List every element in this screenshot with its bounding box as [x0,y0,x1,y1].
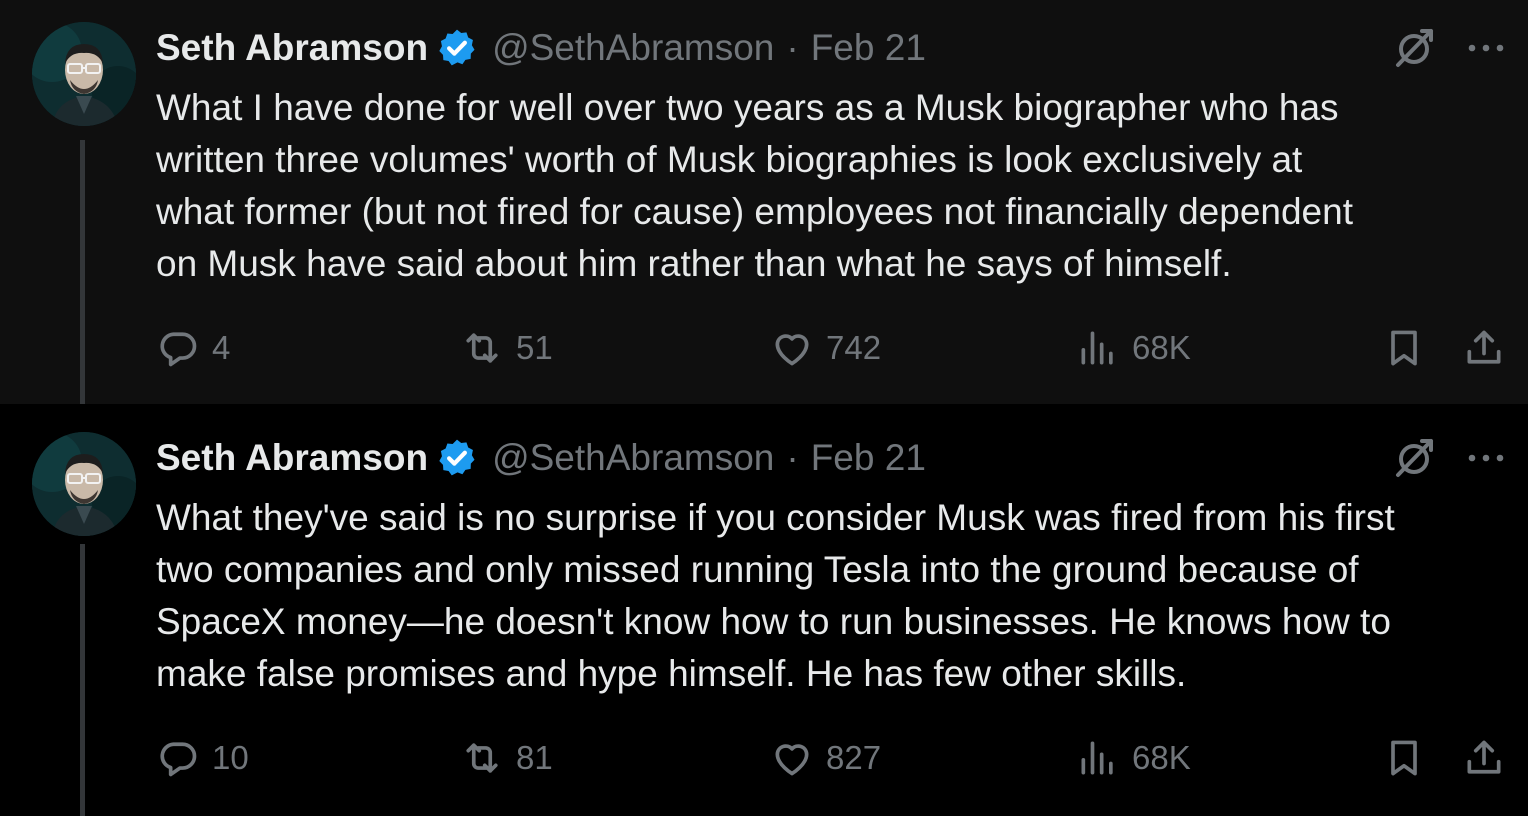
thread-line-top [80,374,85,402]
reply-button[interactable]: 10 [156,736,249,780]
reply-count: 10 [212,739,249,776]
share-button[interactable] [1462,736,1506,780]
heart-icon [775,744,809,776]
avatar-image [32,432,136,536]
verified-badge-icon[interactable] [436,27,478,69]
repost-button[interactable]: 81 [460,736,553,780]
like-count: 827 [826,739,882,776]
author-name[interactable]: Seth Abramson [156,27,428,69]
author-handle[interactable]: @SethAbramson [492,437,774,479]
repost-button[interactable]: 51 [460,326,553,370]
repost-count: 51 [516,329,553,366]
avatar-image [32,22,136,126]
author-name[interactable]: Seth Abramson [156,437,428,479]
share-upload-icon [1467,740,1501,774]
bookmark-button[interactable] [1382,326,1426,370]
grok-icon[interactable] [1390,434,1438,482]
grok-icon[interactable] [1390,24,1438,72]
repost-arrows-icon [466,743,498,773]
bookmark-icon [1391,330,1417,366]
bar-chart-icon [1081,331,1113,365]
thread-line [80,140,85,404]
tweet-text: What I have done for well over two years… [156,87,1353,284]
share-upload-icon [1467,330,1501,364]
repost-arrows-icon [466,333,498,363]
tweet-1[interactable]: Seth Abramson @SethAbramson · Feb 21 Wha… [0,0,1528,404]
view-count: 68K [1132,329,1191,366]
verified-badge-icon[interactable] [436,437,478,479]
bookmark-icon [1391,740,1417,776]
thread-line [80,544,85,816]
like-button[interactable]: 827 [770,736,881,780]
more-horizontal-icon[interactable] [1466,448,1506,468]
reply-bubble-icon [160,332,197,367]
tweet-header: Seth Abramson @SethAbramson · Feb 21 [156,22,926,74]
bar-chart-icon [1081,741,1113,775]
separator-dot: · [786,437,799,478]
tweet-header: Seth Abramson @SethAbramson · Feb 21 [156,432,926,484]
share-button[interactable] [1462,326,1506,370]
author-handle[interactable]: @SethAbramson [492,27,774,69]
reply-count: 4 [212,329,231,366]
views-button[interactable]: 68K [1076,736,1191,780]
view-count: 68K [1132,739,1191,776]
tweet-date[interactable]: Feb 21 [811,437,926,479]
views-button[interactable]: 68K [1076,326,1191,370]
like-button[interactable]: 742 [770,326,881,370]
reply-bubble-icon [160,742,197,777]
bookmark-button[interactable] [1382,736,1426,780]
tweet-date[interactable]: Feb 21 [811,27,926,69]
tweet-text: What they've said is no surprise if you … [156,497,1395,694]
avatar[interactable] [32,432,136,536]
avatar[interactable] [32,22,136,126]
heart-icon [775,334,809,366]
like-count: 742 [826,329,882,366]
repost-count: 81 [516,739,553,776]
tweet-2[interactable]: Seth Abramson @SethAbramson · Feb 21 Wha… [0,374,1528,816]
more-horizontal-icon[interactable] [1466,38,1506,58]
separator-dot: · [786,27,799,68]
reply-button[interactable]: 4 [156,326,230,370]
